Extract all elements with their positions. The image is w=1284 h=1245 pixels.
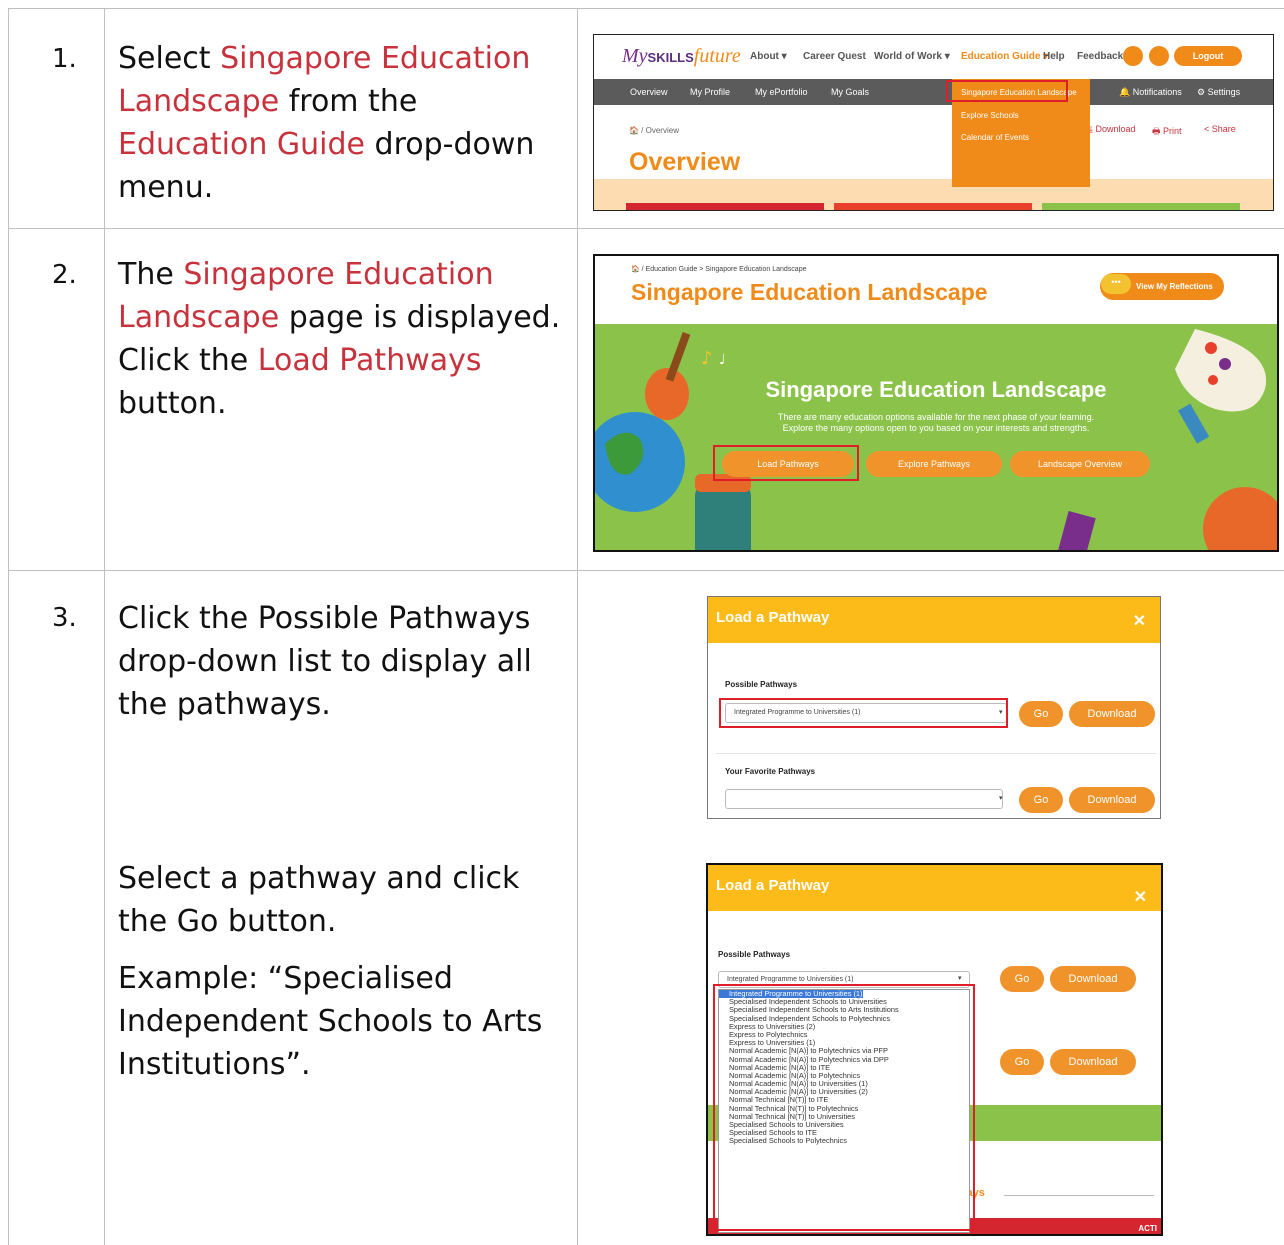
nav-education-guide[interactable]: Education Guide ▾ bbox=[961, 51, 1048, 62]
step-3-text-b: Select a pathway and click the Go button… bbox=[118, 861, 520, 939]
screenshot-education-guide-menu: MySKILLSfuture About ▾ Career Quest Worl… bbox=[593, 34, 1274, 211]
explore-pathways-button[interactable]: Explore Pathways bbox=[866, 451, 1002, 477]
close-icon[interactable]: ✕ bbox=[1134, 887, 1147, 907]
table-row-divider bbox=[8, 228, 1284, 229]
landscape-overview-button[interactable]: Landscape Overview bbox=[1010, 451, 1150, 477]
step-2-number: 2. bbox=[52, 260, 77, 290]
banner-illustrations: ♪ ♩ bbox=[595, 329, 1277, 550]
landscape-banner: ♪ ♩ bbox=[595, 324, 1277, 550]
step-3-number: 3. bbox=[52, 603, 77, 633]
table-row-divider bbox=[8, 570, 1284, 571]
divider bbox=[1004, 1195, 1154, 1196]
load-pathway-dialog: Load a Pathway ✕ Possible Pathways Integ… bbox=[707, 596, 1161, 819]
calculator-icon bbox=[1057, 511, 1096, 550]
step-2-text: The Singapore Education Landscape page i… bbox=[118, 253, 568, 425]
favorite-pathways-select[interactable] bbox=[725, 789, 1003, 809]
step-1-text: Select Singapore Education Landscape fro… bbox=[118, 37, 568, 209]
download-button[interactable]: Download bbox=[1069, 701, 1155, 727]
step-text-part: from the bbox=[279, 84, 418, 119]
dropdown-arrow-icon: ▾ bbox=[999, 795, 1003, 802]
dropdown-arrow-icon: ▾ bbox=[958, 975, 962, 982]
favorite-go-button[interactable]: Go bbox=[1019, 787, 1063, 813]
nav-world-of-work[interactable]: World of Work ▾ bbox=[874, 51, 950, 62]
dialog-title: Load a Pathway bbox=[708, 597, 1160, 643]
search-icon[interactable] bbox=[1123, 46, 1143, 66]
banner-title: Singapore Education Landscape bbox=[765, 377, 1107, 402]
step-1-number: 1. bbox=[52, 44, 77, 74]
overview-card bbox=[626, 203, 824, 210]
table-col-divider bbox=[104, 8, 105, 1245]
divider bbox=[716, 753, 1156, 754]
page-title: Singapore Education Landscape bbox=[631, 279, 988, 305]
settings-link[interactable]: ⚙ Settings bbox=[1197, 87, 1240, 98]
highlighted-term: Load Pathways bbox=[257, 343, 482, 378]
overview-card bbox=[1042, 203, 1240, 210]
step-text-part: button. bbox=[118, 386, 227, 421]
logo-my: My bbox=[622, 45, 648, 67]
logout-button[interactable]: Logout bbox=[1174, 46, 1242, 66]
favorite-go-button[interactable]: Go bbox=[1000, 1049, 1044, 1075]
avatar[interactable] bbox=[1149, 46, 1169, 66]
step-text-part: Click the Possible Pathways drop-down li… bbox=[118, 601, 532, 722]
breadcrumb: 🏠 / Education Guide > Singapore Educatio… bbox=[631, 266, 807, 273]
screenshot-education-landscape: 🏠 / Education Guide > Singapore Educatio… bbox=[593, 254, 1279, 552]
nav-help[interactable]: Help bbox=[1043, 51, 1065, 62]
myskillsfuture-logo: MySKILLSfuture bbox=[622, 45, 741, 68]
close-icon[interactable]: ✕ bbox=[1133, 611, 1146, 631]
logo-future: future bbox=[693, 45, 741, 67]
notifications-link[interactable]: 🔔 Notifications bbox=[1119, 87, 1182, 98]
banner-line-1: There are many education options availab… bbox=[777, 412, 1095, 422]
step-text-part: The bbox=[118, 257, 184, 292]
go-button[interactable]: Go bbox=[1000, 966, 1044, 992]
menu-item-explore-schools[interactable]: Explore Schools bbox=[961, 111, 1019, 120]
highlighted-term: Education Guide bbox=[118, 127, 365, 162]
download-link[interactable]: ⤓ Download bbox=[1089, 124, 1136, 135]
highlight-box bbox=[946, 80, 1068, 102]
step-3-text: Click the Possible Pathways drop-down li… bbox=[118, 597, 568, 726]
favorite-pathways-label: Your Favorite Pathways bbox=[725, 767, 816, 776]
logo-skills: SKILLS bbox=[647, 50, 694, 65]
music-note-icon: ♪ bbox=[701, 348, 713, 369]
table-col-divider bbox=[577, 8, 578, 1245]
music-note-icon: ♩ bbox=[719, 352, 726, 368]
possible-pathways-label: Possible Pathways bbox=[718, 950, 791, 959]
print-link[interactable]: 🖶 Print bbox=[1152, 124, 1182, 140]
breadcrumb: 🏠 / Overview bbox=[629, 126, 679, 135]
go-button[interactable]: Go bbox=[1019, 701, 1063, 727]
page-title: Overview bbox=[629, 148, 741, 176]
download-button[interactable]: Download bbox=[1050, 966, 1136, 992]
menu-item-calendar-of-events[interactable]: Calendar of Events bbox=[961, 133, 1029, 142]
load-pathway-dialog-open: Load a Pathway ✕ ways ACTI Possible Path… bbox=[706, 863, 1163, 1236]
step-text-part: Select bbox=[118, 41, 221, 76]
subnav-my-goals[interactable]: My Goals bbox=[831, 87, 869, 97]
highlight-box bbox=[713, 984, 975, 1231]
backpack-icon bbox=[695, 482, 751, 550]
nav-feedback[interactable]: Feedback bbox=[1077, 51, 1123, 62]
banner-line-2: Explore the many options open to you bas… bbox=[782, 423, 1090, 433]
chat-bubble-icon: ••• bbox=[1101, 274, 1131, 294]
nav-career-quest[interactable]: Career Quest bbox=[803, 51, 866, 62]
subnav-my-profile[interactable]: My Profile bbox=[690, 87, 730, 97]
basketball-icon bbox=[1203, 487, 1277, 550]
favorite-download-button[interactable]: Download bbox=[1069, 787, 1155, 813]
share-link[interactable]: < Share bbox=[1204, 124, 1236, 134]
dialog-title: Load a Pathway bbox=[708, 865, 1161, 911]
possible-pathways-label: Possible Pathways bbox=[725, 680, 798, 689]
subnav-overview[interactable]: Overview bbox=[630, 87, 668, 97]
overview-card bbox=[834, 203, 1032, 210]
favorite-download-button[interactable]: Download bbox=[1050, 1049, 1136, 1075]
highlight-box bbox=[719, 698, 1008, 728]
nav-about[interactable]: About ▾ bbox=[750, 51, 787, 62]
step-3-text-c: Example: “Specialised Independent School… bbox=[118, 961, 543, 1082]
subnav-my-eportfolio[interactable]: My ePortfolio bbox=[755, 87, 808, 97]
highlight-box bbox=[713, 445, 859, 481]
